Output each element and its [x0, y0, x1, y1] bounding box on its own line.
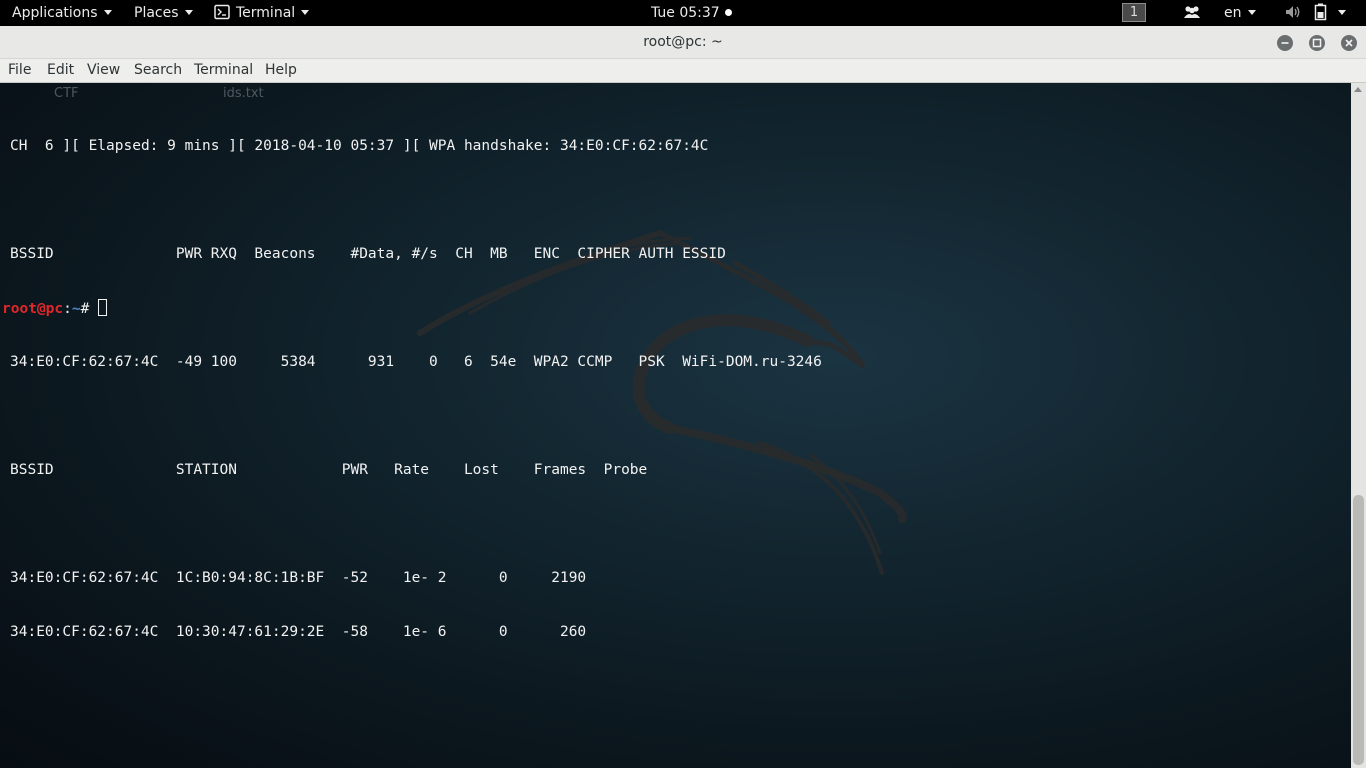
terminal-line: 34:E0:CF:62:67:4C -49 100 5384 931 0 6 5… [10, 354, 822, 370]
clock-label: Tue 05:37 [651, 5, 720, 21]
terminal-app-menu[interactable]: Terminal [214, 0, 310, 26]
shell-prompt[interactable]: root@pc:~# [2, 299, 108, 317]
menu-file[interactable]: File [8, 59, 31, 82]
terminal-app-icon [214, 4, 230, 20]
places-label: Places [134, 5, 179, 21]
menu-search[interactable]: Search [134, 59, 182, 82]
scroll-up-arrow-icon[interactable] [1354, 87, 1362, 92]
workspace-indicator[interactable]: 1 [1122, 3, 1146, 22]
battery-icon [1314, 3, 1327, 21]
applications-label: Applications [12, 5, 98, 21]
menu-bar: File Edit View Search Terminal Help [0, 59, 1366, 83]
window-titlebar[interactable]: root@pc: ~ [0, 26, 1366, 59]
menu-terminal[interactable]: Terminal [194, 59, 253, 82]
terminal-view[interactable]: CTF ids.txt CH 6 ][ Elapsed: 9 mins ][ 2… [0, 83, 1351, 768]
scrollbar-thumb[interactable] [1353, 495, 1364, 765]
text-cursor [98, 299, 108, 316]
prompt-separator: : [63, 301, 72, 317]
chevron-down-icon [103, 10, 112, 15]
terminal-line: CH 6 ][ Elapsed: 9 mins ][ 2018-04-10 05… [10, 138, 709, 154]
prompt-user: root@pc [2, 301, 64, 317]
places-menu[interactable]: Places [134, 0, 193, 26]
terminal-line: 34:E0:CF:62:67:4C 1C:B0:94:8C:1B:BF -52 … [10, 570, 587, 586]
clock[interactable]: Tue 05:37 [651, 0, 732, 26]
people-icon [1184, 6, 1200, 18]
top-panel: Applications Places Terminal Tue 05:37 1… [0, 0, 1366, 26]
chevron-down-icon [1338, 10, 1346, 15]
chevron-down-icon [1247, 10, 1256, 15]
applications-menu[interactable]: Applications [12, 0, 112, 26]
ghost-label-ids: ids.txt [223, 86, 264, 101]
close-button[interactable] [1341, 35, 1357, 51]
prompt-symbol: # [80, 301, 99, 317]
desktop-icons-ghost: CTF ids.txt [0, 86, 400, 102]
terminal-line: 34:E0:CF:62:67:4C 10:30:47:61:29:2E -58 … [10, 624, 587, 640]
language-selector[interactable]: en [1224, 0, 1256, 26]
menu-edit[interactable]: Edit [47, 59, 74, 82]
language-label: en [1224, 5, 1242, 21]
terminal-scrollbar[interactable] [1351, 83, 1366, 768]
menu-view[interactable]: View [87, 59, 120, 82]
window-title: root@pc: ~ [643, 34, 723, 50]
maximize-icon [1312, 38, 1322, 48]
chevron-down-icon [301, 10, 310, 15]
prompt-path: ~ [71, 301, 81, 317]
chevron-down-icon [184, 10, 193, 15]
close-icon [1345, 39, 1353, 47]
maximize-button[interactable] [1309, 35, 1325, 51]
notification-dot-icon [724, 9, 732, 16]
terminal-app-label: Terminal [236, 5, 296, 21]
volume-icon [1286, 6, 1300, 18]
terminal-line: BSSID PWR RXQ Beacons #Data, #/s CH MB E… [10, 246, 726, 262]
terminal-output: CH 6 ][ Elapsed: 9 mins ][ 2018-04-10 05… [0, 101, 822, 677]
ghost-label-ctf: CTF [54, 86, 79, 101]
terminal-line: BSSID STATION PWR Rate Lost Frames Probe [10, 462, 648, 478]
minimize-icon [1281, 42, 1289, 44]
menu-help[interactable]: Help [265, 59, 297, 82]
volume-indicator[interactable] [1285, 0, 1303, 26]
minimize-button[interactable] [1277, 35, 1293, 51]
system-menu[interactable] [1314, 0, 1346, 26]
people-indicator[interactable] [1183, 0, 1201, 26]
